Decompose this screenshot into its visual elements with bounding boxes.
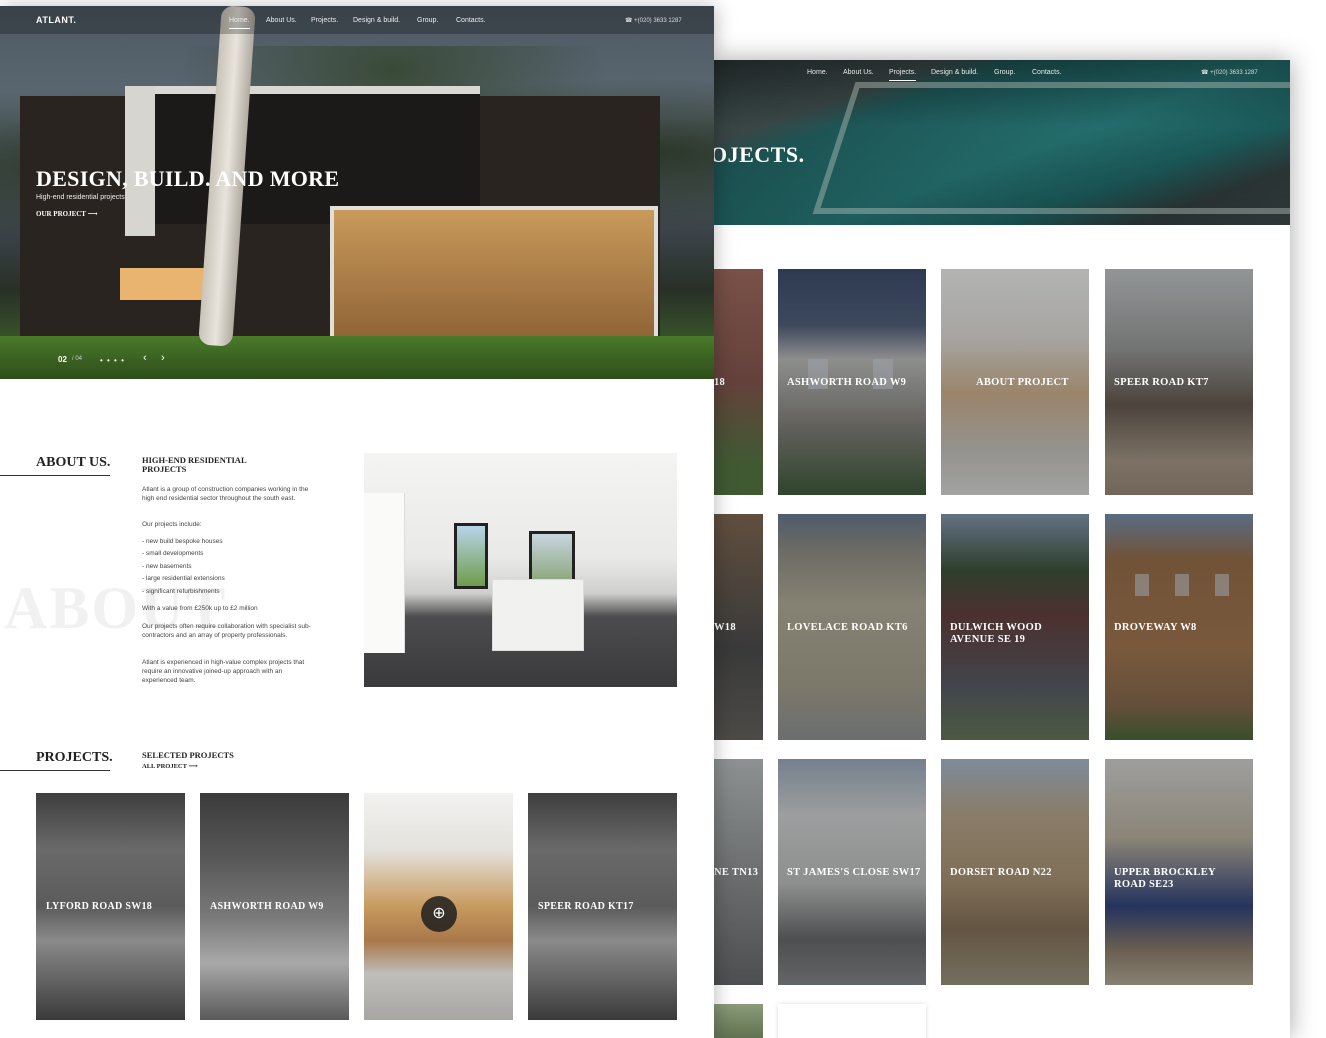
nav-about[interactable]: About Us. [843, 69, 874, 76]
project-tile[interactable] [714, 1004, 763, 1038]
tile-label: 18 [714, 377, 726, 388]
pool-edge [812, 82, 1290, 214]
tile-label: LYFORD ROAD SW18 [46, 901, 153, 912]
prev-arrow-icon[interactable]: ‹ [143, 352, 147, 364]
hero-title: DESIGN, BUILD. AND MORE [36, 166, 340, 191]
nav-home[interactable]: Home. [229, 17, 250, 29]
projects-divider [0, 770, 110, 771]
home-page-preview: ATLANT. Home. About Us. Projects. Design… [0, 6, 714, 1038]
about-list-item: - new basements [142, 563, 192, 570]
zoom-icon[interactable]: ⊕ [421, 896, 457, 932]
kitchen-island [492, 579, 584, 651]
project-tile[interactable]: LYFORD ROAD SW18 [36, 793, 185, 1020]
phone-number[interactable]: ☎ +(020) 3633 1287 [625, 17, 682, 24]
about-kitchen-photo [364, 453, 677, 687]
tile-label: ASHWORTH ROAD W9 [787, 377, 907, 388]
tile-label: SPEER ROAD KT7 [1114, 377, 1209, 388]
phone-text: +(020) 3633 1287 [634, 18, 682, 24]
projects-page-preview: Home. About Us. Projects. Design & build… [714, 60, 1290, 1038]
nav-home[interactable]: Home. [807, 69, 828, 76]
projects-heading: PROJECTS. [36, 750, 113, 765]
slide-current: 02 [58, 355, 67, 364]
projects-nav-bar: Home. About Us. Projects. Design & build… [714, 60, 1290, 86]
tile-label: ABOUT PROJECT [976, 377, 1069, 388]
about-divider [0, 475, 110, 476]
project-tile[interactable]: DROVEWAY W8 [1105, 514, 1253, 740]
project-tile[interactable] [778, 1004, 926, 1038]
kitchen-cabinet [364, 493, 405, 653]
project-tile[interactable]: W18 [714, 514, 763, 740]
nav-design-build[interactable]: Design & build. [353, 17, 400, 24]
slide-dots[interactable]: • • • • [100, 356, 125, 365]
about-list-item: - significant refurbishments [142, 588, 220, 595]
nav-contacts[interactable]: Contacts. [1032, 69, 1062, 76]
house-upper-floor [150, 86, 480, 224]
project-tile[interactable]: ⊕ [364, 793, 513, 1020]
projects-page-title: OJECTS. [714, 142, 805, 167]
tile-label: W18 [714, 622, 736, 633]
nav-design-build[interactable]: Design & build. [931, 69, 978, 76]
next-arrow-icon[interactable]: › [161, 352, 165, 364]
tile-label: DROVEWAY W8 [1114, 622, 1197, 633]
tile-label: NE TN13 [714, 867, 759, 878]
nav-projects[interactable]: Projects. [889, 69, 917, 81]
project-tile[interactable]: ASHWORTH ROAD W9 [778, 269, 926, 495]
all-projects-link[interactable]: ALL PROJECT ⟶ [142, 762, 198, 770]
project-tile[interactable]: DORSET ROAD N22 [941, 759, 1089, 985]
slide-total: / 04 [72, 356, 83, 362]
project-tile[interactable]: ABOUT PROJECT [941, 269, 1089, 495]
project-tile[interactable]: SPEER ROAD KT17 [528, 793, 677, 1020]
project-tile[interactable]: 18 [714, 269, 763, 495]
kitchen-door [454, 523, 488, 589]
project-tile[interactable]: NE TN13 [714, 759, 763, 985]
project-tile[interactable]: ASHWORTH ROAD W9 [200, 793, 349, 1020]
about-list-item: - new build bespoke houses [142, 538, 223, 545]
house-white-column [125, 86, 155, 236]
our-project-link[interactable]: OUR PROJECT ⟶ [36, 209, 98, 218]
about-paragraph: With a value from £250k up to £2 million [142, 605, 258, 612]
house-glass-front [330, 206, 658, 354]
project-tile[interactable]: DULWICH WOOD AVENUE SE 19 [941, 514, 1089, 740]
about-list-item: - small developments [142, 550, 204, 557]
phone-number[interactable]: ☎ +(020) 3633 1287 [1201, 69, 1258, 76]
about-paragraph: Our projects often require collaboration… [142, 623, 311, 639]
nav-projects[interactable]: Projects. [311, 17, 338, 24]
projects-subheading: SELECTED PROJECTS [142, 750, 234, 760]
tile-label: DULWICH WOOD AVENUE SE 19 [950, 622, 1042, 645]
project-tile[interactable]: UPPER BROCKLEY ROAD SE23 [1105, 759, 1253, 985]
tile-label: ASHWORTH ROAD W9 [210, 901, 324, 912]
logo[interactable]: ATLANT. [36, 15, 76, 25]
about-paragraph: Our projects include: [142, 521, 202, 528]
about-paragraph: Atlant is experienced in high-value comp… [142, 659, 305, 684]
project-tile[interactable]: ST JAMES'S CLOSE SW17 [778, 759, 926, 985]
nav-about[interactable]: About Us. [266, 17, 297, 24]
phone-text: +(020) 3633 1287 [1210, 70, 1258, 76]
nav-contacts[interactable]: Contacts. [456, 17, 486, 24]
about-paragraph: Atlant is a group of construction compan… [142, 486, 309, 502]
nav-group[interactable]: Group. [994, 69, 1015, 76]
house-window-strip [120, 268, 210, 300]
hero-section: ATLANT. Home. About Us. Projects. Design… [0, 6, 714, 379]
tile-label: UPPER BROCKLEY ROAD SE23 [1114, 867, 1216, 890]
tile-label: LOVELACE ROAD KT6 [787, 622, 908, 633]
tile-label: ST JAMES'S CLOSE SW17 [787, 867, 921, 878]
about-heading: ABOUT US. [36, 455, 111, 470]
nav-group[interactable]: Group. [417, 17, 438, 24]
about-subheading: HIGH-END RESIDENTIAL PROJECTS [142, 455, 247, 474]
tile-label: SPEER ROAD KT17 [538, 901, 634, 912]
about-list-item: - large residential extensions [142, 575, 225, 582]
tile-label: DORSET ROAD N22 [950, 867, 1052, 878]
hero-subtitle: High-end residential projects [36, 194, 125, 201]
project-tile[interactable]: SPEER ROAD KT7 [1105, 269, 1253, 495]
project-tile[interactable]: LOVELACE ROAD KT6 [778, 514, 926, 740]
